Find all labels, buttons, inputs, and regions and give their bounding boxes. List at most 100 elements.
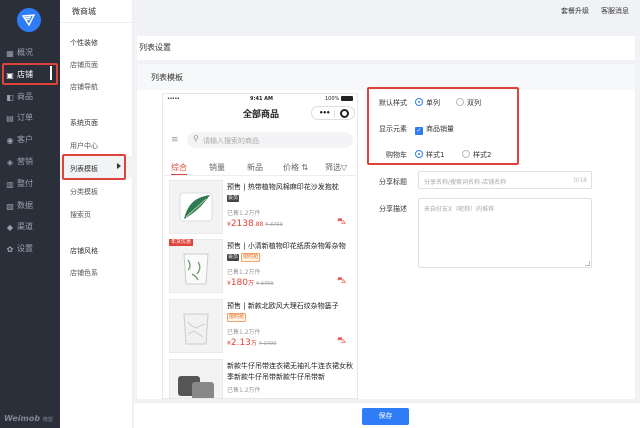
product-title: 预售 | 小清新植物印花纸质杂物筹杂物 会员 限时抢 <box>227 242 346 262</box>
section-title: 列表模板 <box>151 73 183 82</box>
channel-icon: ◆ <box>6 223 14 233</box>
product-sold: 已售1.2万件 <box>227 269 261 276</box>
tab-new[interactable]: 新品 <box>247 162 263 173</box>
nav-item-payment[interactable]: ▥ 整付 <box>0 174 60 194</box>
sub-nav-item-shop-nav[interactable]: 店铺导航 <box>70 82 98 92</box>
share-title-label: 分享标题 <box>379 178 407 186</box>
nav-item-data[interactable]: ▧ 数据 <box>0 196 60 216</box>
tab-sales[interactable]: 销量 <box>209 162 225 173</box>
payment-icon: ▥ <box>6 179 14 189</box>
save-button[interactable]: 保存 <box>362 408 409 425</box>
battery-icon <box>341 96 353 101</box>
nav-item-goods[interactable]: ◧ 商品 <box>0 87 60 107</box>
mini-program-capsule[interactable]: ••• <box>311 106 355 120</box>
product-title: 预售 | 新款北欧风大理石纹杂物篓子 限时抢 <box>227 302 339 322</box>
nav-item-label: 渠道 <box>17 222 33 232</box>
flash-sale-tag: 限时抢 <box>241 253 261 262</box>
more-icon[interactable]: ••• <box>319 109 330 117</box>
sub-nav-group-system: 系统页面 <box>70 119 98 127</box>
nav-item-label: 整付 <box>17 178 33 188</box>
product-sold: 已售1.2万件 <box>227 329 261 336</box>
status-time: 9:41 AM <box>250 96 274 102</box>
nav-item-dashboard[interactable]: ▦ 概况 <box>0 43 60 63</box>
tab-underline <box>171 174 187 175</box>
cart-icon[interactable]: ⛍ <box>337 276 346 287</box>
product-image-marble-basket <box>169 299 223 353</box>
phone-preview: ••••• 9:41 AM 100% 全部商品 ••• ≡ ⚲ 请输入搜索的商品… <box>162 93 358 399</box>
nav-item-channel[interactable]: ◆ 渠道 <box>0 217 60 237</box>
product-card[interactable]: 新款牛仔吊带连衣裙无袖礼牛连衣裙女秋季新款牛仔吊带新款牛仔吊带新 已售1.2万件 <box>163 359 357 398</box>
page-header <box>137 36 635 60</box>
char-counter: 0/18 <box>573 177 587 184</box>
product-card[interactable]: 预售 | 热带植物风棉麻印花沙发抱枕 会员 ¥2138.88 ¥ 3799 已售1.… <box>163 180 357 242</box>
sub-nav-item-shop-page[interactable]: 店铺页面 <box>70 60 98 70</box>
nav-item-settings[interactable]: ✿ 设置 <box>0 239 60 259</box>
dashboard-icon: ▦ <box>6 49 14 58</box>
product-card[interactable]: 年货优惠 预售 | 小清新植物印花纸质杂物筹杂物 会员 限时抢 已售1.2万件 ¥… <box>163 239 357 301</box>
nav-item-label: 营销 <box>17 157 33 166</box>
share-desc-textarea[interactable]: 来自好友X（昵称）的推荐 <box>418 198 592 268</box>
tab-price[interactable]: 价格 ⇅ <box>283 162 308 173</box>
goods-icon: ◧ <box>6 92 14 102</box>
settings-icon: ✿ <box>6 245 14 255</box>
phone-search-bar[interactable]: ⚲ 请输入搜索的商品 <box>187 132 353 148</box>
product-image-basket <box>169 239 223 293</box>
nav-item-customer[interactable]: ◉ 客户 <box>0 130 60 150</box>
nav-item-marketing[interactable]: ◈ 营销 <box>0 152 60 172</box>
sub-nav-item-search-page[interactable]: 搜索页 <box>70 210 91 220</box>
logo-icon[interactable] <box>17 8 41 32</box>
product-price: ¥2.13万 ¥ 3799 <box>227 338 277 348</box>
battery-level: 100% <box>325 96 340 102</box>
menu-list-icon[interactable]: ≡ <box>171 136 179 145</box>
phone-sort-tabs: 综合 销量 新品 价格 ⇅ 筛选▽ <box>163 158 357 176</box>
member-tag: 会员 <box>227 254 240 261</box>
nav-item-label: 数据 <box>17 200 33 210</box>
order-icon: ▤ <box>6 114 14 124</box>
sub-nav-item-shop-color[interactable]: 店铺色系 <box>70 268 98 278</box>
page-title: 列表设置 <box>139 43 171 52</box>
nav-item-label: 订单 <box>17 113 33 123</box>
sub-nav-item-user-center[interactable]: 用户中心 <box>70 141 98 151</box>
flash-sale-tag: 限时抢 <box>227 313 247 322</box>
service-messages-link[interactable]: 客服消息 <box>601 6 629 16</box>
upgrade-link[interactable]: 套餐升级 <box>561 6 589 16</box>
product-image-pillows <box>169 359 223 398</box>
product-title: 新款牛仔吊带连衣裙无袖礼牛连衣裙女秋季新款牛仔吊带新款牛仔吊带新 <box>227 362 353 381</box>
product-sold: 已售1.2万件 <box>227 387 261 394</box>
capsule-divider <box>334 110 335 117</box>
product-price: ¥2138.88 ¥ 3799 <box>227 219 283 229</box>
cart-icon[interactable]: ⛍ <box>337 217 346 228</box>
tab-filter[interactable]: 筛选▽ <box>325 162 347 173</box>
resize-handle-icon <box>585 261 590 266</box>
app-title: 微商城 <box>72 7 96 16</box>
product-sold: 已售1.2万件 <box>227 210 261 217</box>
highlight-box-store <box>2 63 58 85</box>
marketing-icon: ◈ <box>6 158 14 167</box>
close-circle-icon[interactable] <box>340 109 349 118</box>
brand-logo: Weimob 微盟 <box>4 414 53 423</box>
nav-item-label: 设置 <box>17 244 33 254</box>
sub-nav-group-decoration: 个性装修 <box>70 39 98 47</box>
product-price: ¥180万 ¥ 3799 <box>227 278 274 288</box>
member-tag: 会员 <box>227 195 240 202</box>
product-image-pillow <box>169 180 223 234</box>
nav-item-label: 概况 <box>17 48 33 57</box>
data-icon: ▧ <box>6 201 14 211</box>
sort-arrows-icon: ⇅ <box>301 163 309 172</box>
nav-item-label: 商品 <box>17 91 33 101</box>
promo-badge: 年货优惠 <box>169 239 194 246</box>
customer-icon: ◉ <box>6 136 14 146</box>
tab-comprehensive[interactable]: 综合 <box>171 162 187 173</box>
phone-search-placeholder: 请输入搜索的商品 <box>203 137 259 145</box>
nav-item-order[interactable]: ▤ 订单 <box>0 108 60 128</box>
cart-icon[interactable]: ⛍ <box>337 336 346 347</box>
highlight-box-list-template <box>62 154 126 180</box>
highlight-box-settings <box>367 87 519 165</box>
sub-nav-item-category-template[interactable]: 分类模板 <box>70 187 98 197</box>
search-icon: ⚲ <box>193 134 199 143</box>
product-card[interactable]: 预售 | 新款北欧风大理石纹杂物篓子 限时抢 已售1.2万件 ¥2.13万 ¥ 37… <box>163 299 357 361</box>
sub-nav-group-style: 店铺风格 <box>70 247 98 255</box>
share-title-input[interactable]: 分享名称/搜索词名称-店铺名称 0/18 <box>418 171 592 189</box>
share-desc-label: 分享描述 <box>379 205 407 213</box>
phone-status-bar: ••••• 9:41 AM 100% <box>163 94 357 104</box>
